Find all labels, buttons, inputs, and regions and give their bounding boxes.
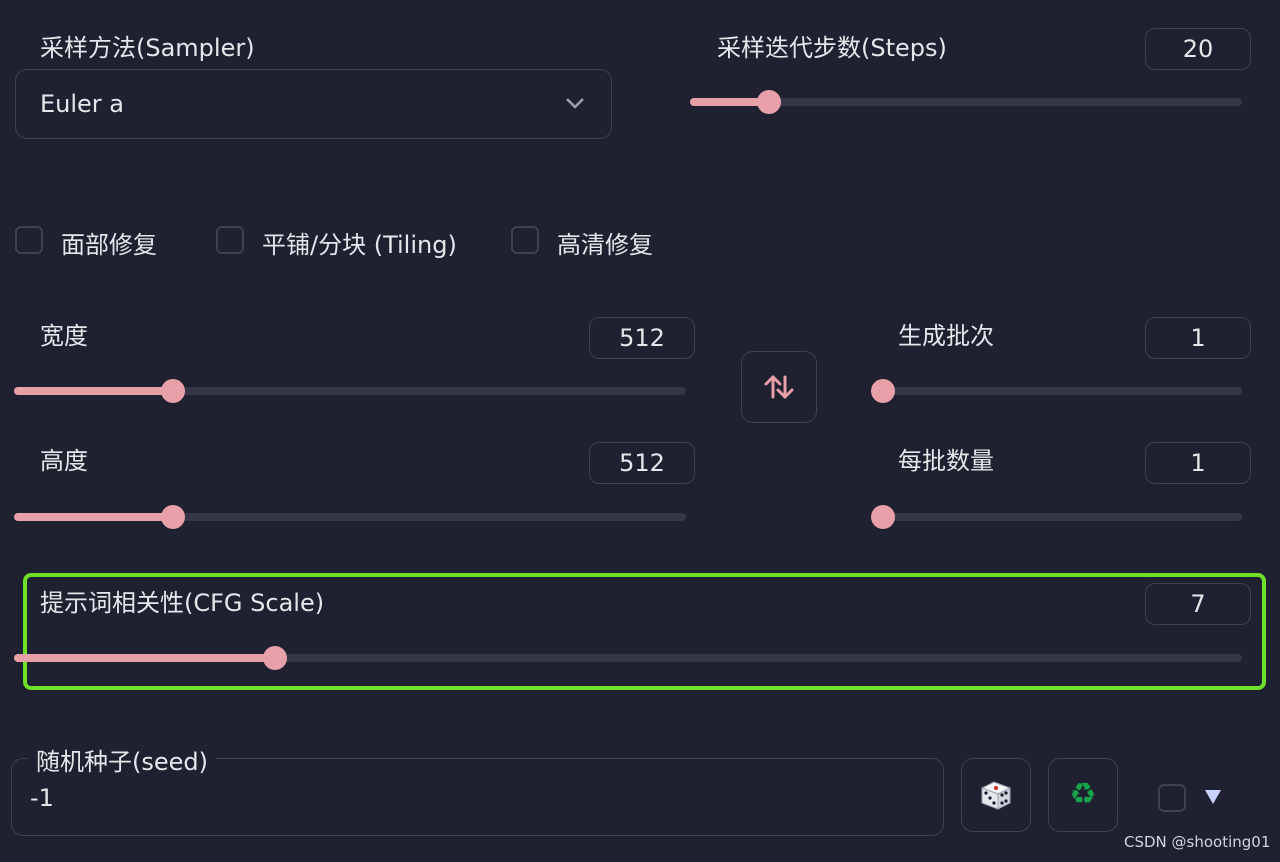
batch-size-slider-thumb[interactable] [871, 505, 895, 529]
cfg-slider-thumb[interactable] [263, 646, 287, 670]
dice-icon [980, 781, 1012, 810]
height-label: 高度 [40, 447, 88, 475]
batch-count-slider-thumb[interactable] [871, 379, 895, 403]
swap-dimensions-button[interactable] [741, 351, 817, 423]
height-slider[interactable] [14, 505, 686, 529]
cfg-slider-fill [14, 654, 275, 662]
width-input[interactable]: 512 [589, 317, 695, 359]
swap-vertical-icon [764, 375, 794, 399]
extra-seed-checkbox[interactable] [1158, 784, 1186, 812]
hires-fix-checkbox[interactable] [511, 226, 539, 254]
chevron-down-icon [566, 98, 584, 109]
batch-count-slider[interactable] [871, 379, 1242, 403]
width-slider-thumb[interactable] [161, 379, 185, 403]
width-slider-fill [14, 387, 173, 395]
tiling-label: 平铺/分块 (Tiling) [262, 231, 457, 259]
batch-size-label: 每批数量 [898, 447, 994, 475]
face-restore-checkbox[interactable] [15, 226, 43, 254]
height-input[interactable]: 512 [589, 442, 695, 484]
height-slider-thumb[interactable] [161, 505, 185, 529]
width-label: 宽度 [40, 322, 88, 350]
random-seed-button[interactable] [961, 758, 1031, 832]
seed-label: 随机种子(seed) [28, 742, 216, 777]
sampler-dropdown[interactable]: Euler a [15, 69, 612, 139]
sampler-label: 采样方法(Sampler) [40, 34, 255, 62]
batch-size-slider[interactable] [871, 505, 1242, 529]
cfg-input[interactable]: 7 [1145, 583, 1251, 625]
steps-input[interactable]: 20 [1145, 28, 1251, 70]
hires-fix-label: 高清修复 [557, 231, 653, 259]
batch-count-input[interactable]: 1 [1145, 317, 1251, 359]
steps-slider[interactable] [690, 90, 1242, 114]
cfg-slider[interactable] [14, 646, 1242, 670]
height-slider-fill [14, 513, 173, 521]
recycle-icon: ♻ [1069, 777, 1097, 812]
sampler-value: Euler a [40, 90, 125, 118]
seed-value[interactable]: -1 [30, 784, 54, 812]
steps-slider-thumb[interactable] [757, 90, 781, 114]
face-restore-label: 面部修复 [61, 231, 157, 259]
cfg-label: 提示词相关性(CFG Scale) [40, 589, 325, 617]
batch-count-label: 生成批次 [898, 322, 994, 350]
width-slider[interactable] [14, 379, 686, 403]
expand-triangle-icon[interactable] [1203, 788, 1223, 806]
watermark: CSDN @shooting01 [1124, 833, 1271, 851]
reuse-seed-button[interactable]: ♻ [1048, 758, 1118, 832]
tiling-checkbox[interactable] [216, 226, 244, 254]
batch-size-input[interactable]: 1 [1145, 442, 1251, 484]
steps-label: 采样迭代步数(Steps) [717, 34, 947, 62]
